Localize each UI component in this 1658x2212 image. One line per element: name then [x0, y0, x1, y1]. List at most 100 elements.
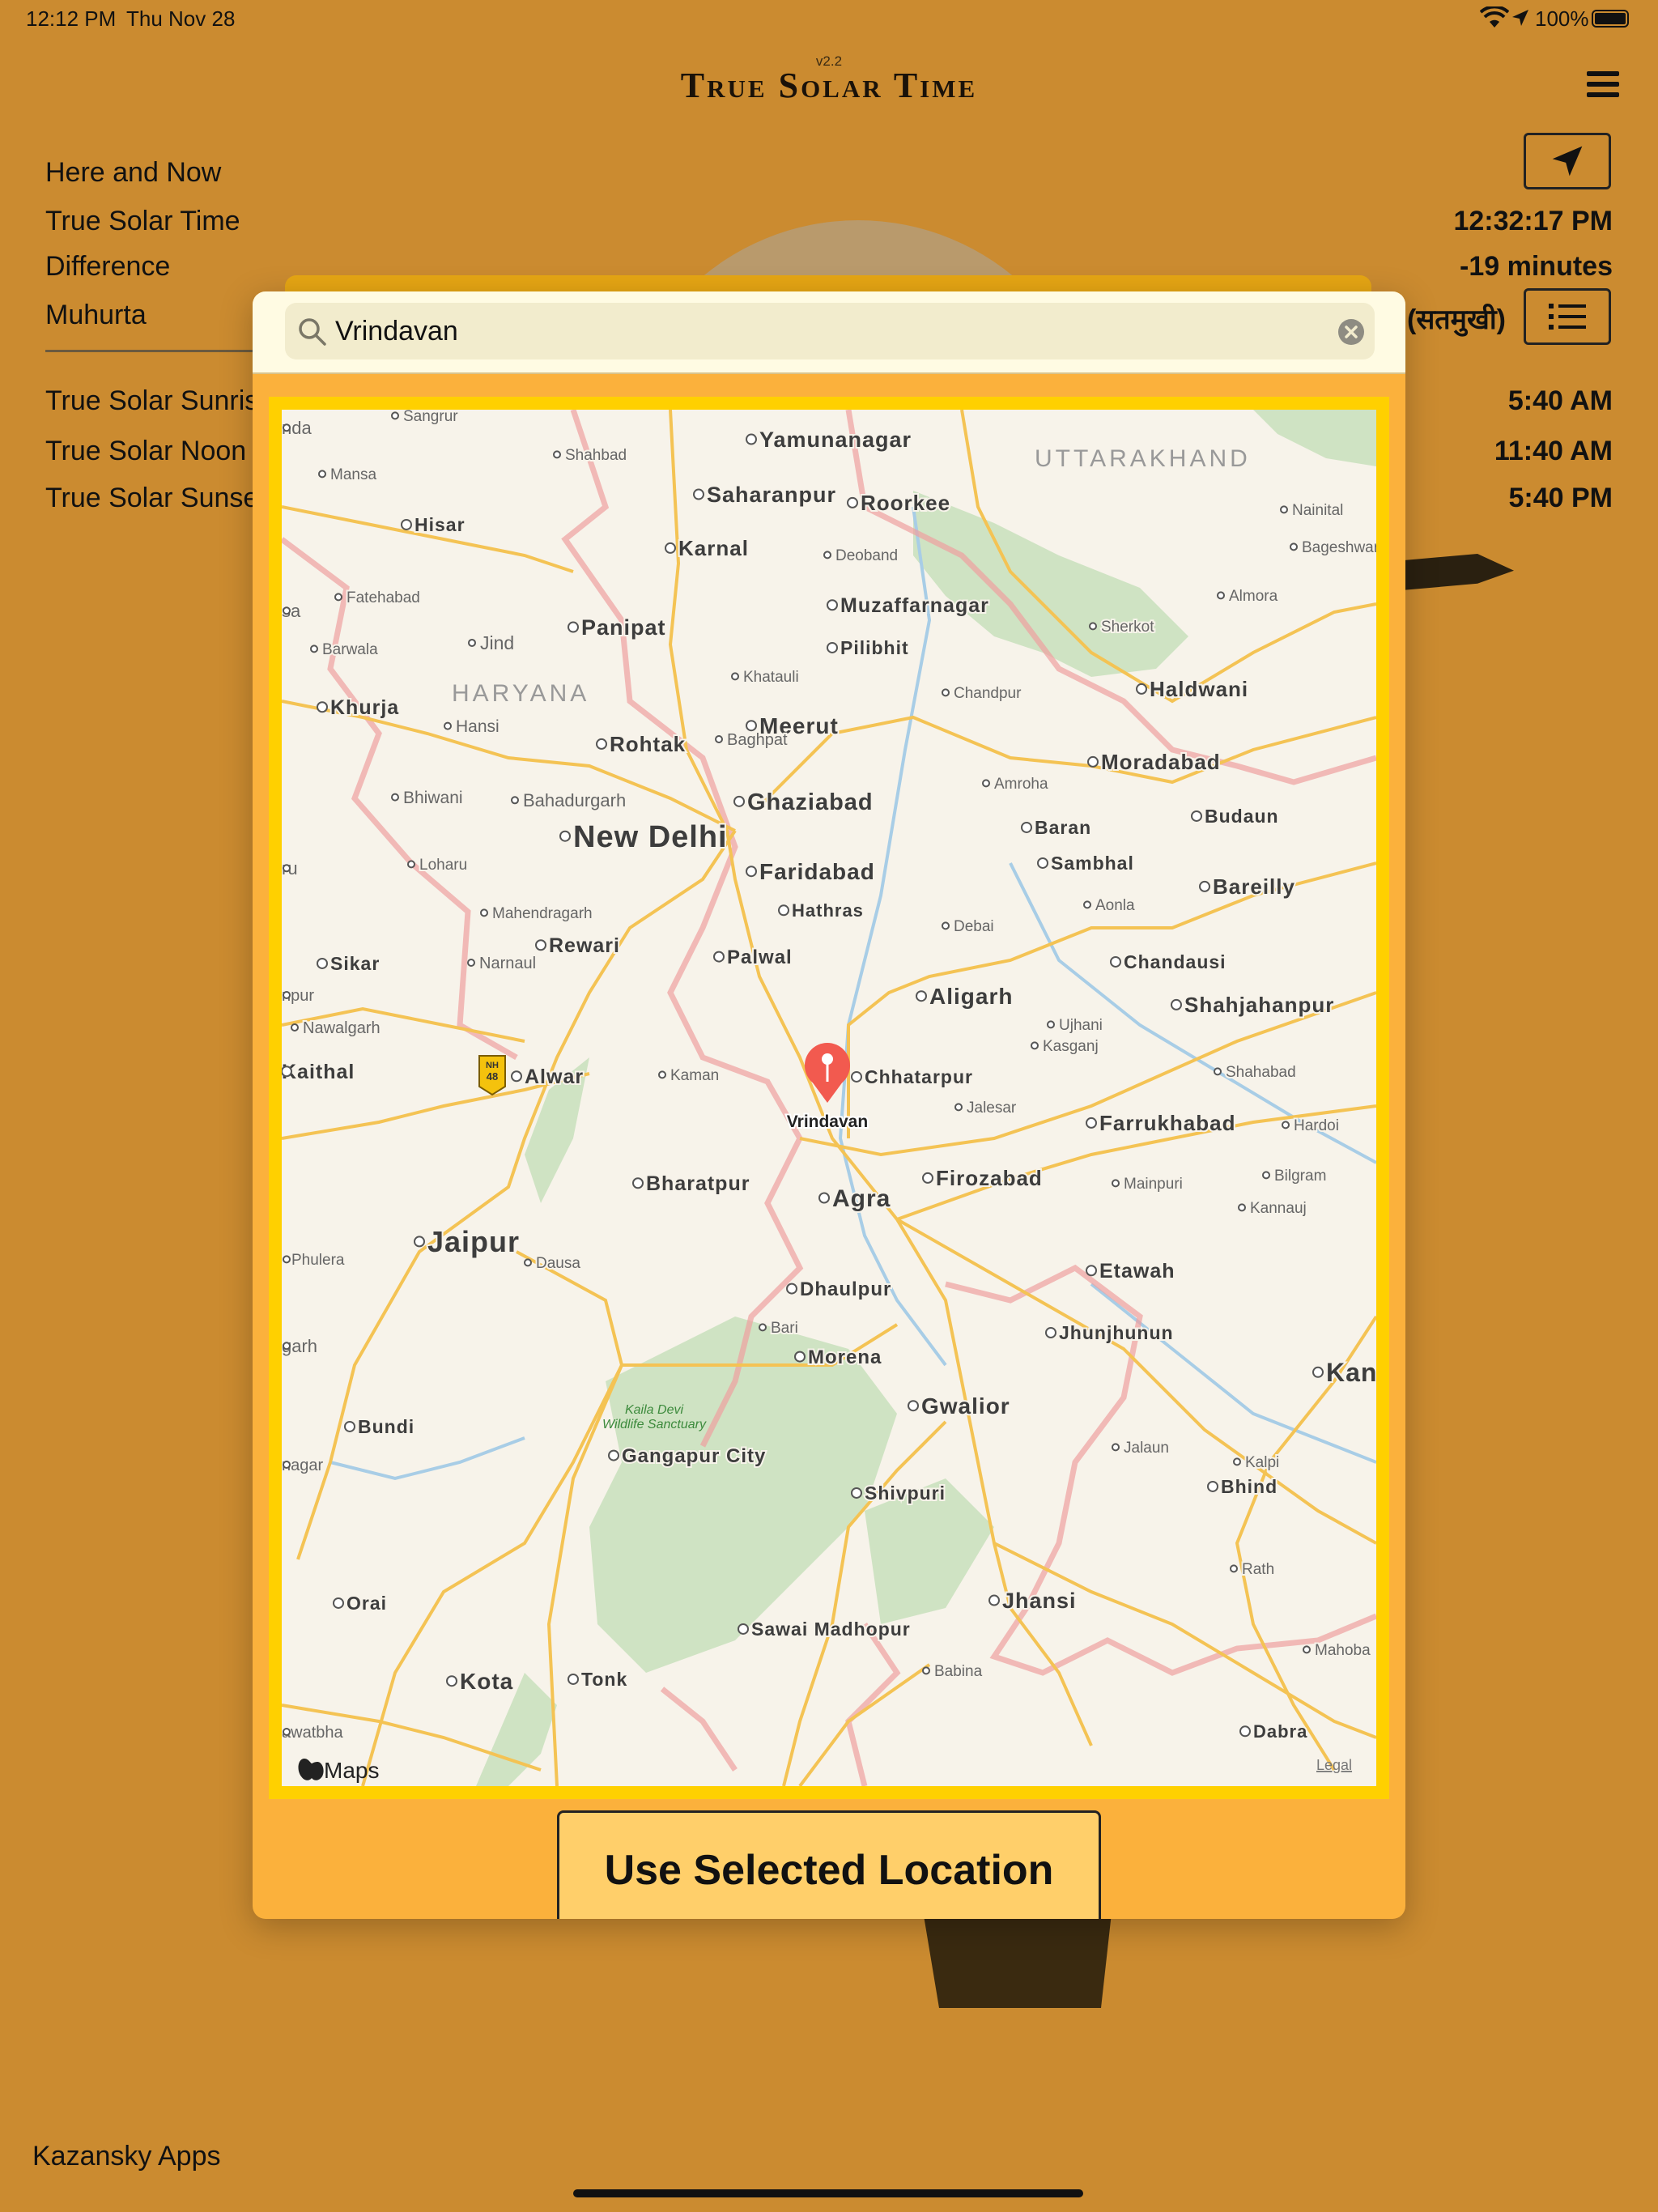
true-solar-time-value: 12:32:17 PM [1453, 206, 1613, 236]
city-dot [1110, 955, 1121, 968]
city-label: Rohtak [610, 732, 686, 756]
city-dot [524, 1258, 532, 1267]
sunrise-label: True Solar Sunris [45, 385, 259, 416]
city-label: Hathras [792, 900, 864, 921]
city-label: Jhunjhunun [1059, 1322, 1174, 1343]
town-label: Bari [771, 1320, 798, 1337]
list-icon [1549, 304, 1586, 330]
city-dot [334, 593, 342, 602]
muhurta-list-button[interactable] [1524, 288, 1611, 345]
city-dot [988, 1594, 1000, 1606]
city-dot [818, 1192, 830, 1204]
city-label: Jhansi [1002, 1589, 1077, 1613]
town-label: Nainital [1292, 502, 1343, 519]
city-dot [291, 1023, 299, 1032]
town-label: Debai [954, 918, 994, 935]
region-label: UTTARAKHAND [1035, 445, 1251, 472]
map-terrain [913, 491, 1188, 677]
map-state-border [660, 1687, 738, 1772]
city-label: Firozabad [936, 1166, 1043, 1190]
town-label: Chandpur [954, 685, 1022, 702]
city-dot [1112, 1443, 1120, 1452]
city-dot [1171, 998, 1182, 1010]
city-dot [827, 641, 838, 653]
city-dot [511, 1070, 522, 1083]
city-label: Agra [832, 1185, 891, 1212]
city-label: Chhatarpur [865, 1066, 973, 1087]
city-label: Aligarh [929, 984, 1013, 1009]
city-label: Hisar [414, 514, 466, 535]
city-label: Tonk [581, 1669, 627, 1690]
city-label: Budaun [1205, 806, 1279, 827]
city-label: Sikar [330, 953, 380, 974]
city-dot [1290, 542, 1298, 551]
city-dot [1047, 1020, 1055, 1029]
city-label: Chandausi [1124, 951, 1226, 972]
search-input[interactable]: Vrindavan [335, 303, 458, 359]
city-dot [759, 1323, 767, 1332]
city-dot [283, 606, 291, 615]
town-label: Mahendragarh [492, 905, 593, 922]
hamburger-icon[interactable] [1587, 71, 1619, 97]
city-label: Sambhal [1051, 853, 1134, 874]
town-label: Mainpuri [1124, 1176, 1183, 1193]
selected-pin-label: Vrindavan [787, 1112, 868, 1131]
city-dot [942, 921, 950, 930]
use-selected-location-button[interactable]: Use Selected Location [557, 1810, 1101, 1919]
city-dot [738, 1623, 749, 1635]
town-label: Jalaun [1124, 1440, 1169, 1457]
status-time: 12:12 PM [26, 6, 117, 31]
city-dot [922, 1172, 933, 1184]
city-dot [318, 470, 326, 479]
legal-link[interactable]: Legal [1316, 1757, 1352, 1773]
city-dot [1239, 1725, 1251, 1738]
city-label: Haldwani [1150, 677, 1248, 701]
city-label: Morena [808, 1346, 882, 1368]
town-label: Sangrur [403, 410, 458, 425]
town-label: Bilgram [1274, 1168, 1326, 1185]
city-dot [568, 621, 579, 633]
city-dot [283, 1461, 291, 1469]
city-dot [746, 433, 757, 445]
town-label: Phulera [291, 1252, 345, 1269]
city-dot [310, 644, 318, 653]
city-label: Karnal [678, 536, 749, 560]
town-label: Deoband [835, 547, 898, 564]
city-dot [916, 990, 927, 1002]
search-field-container[interactable]: Vrindavan [285, 303, 1375, 359]
city-dot [908, 1400, 919, 1412]
town-label: Aonla [1095, 897, 1135, 914]
city-dot [1230, 1564, 1238, 1573]
town-label: Hardoi [1294, 1117, 1339, 1134]
locate-button[interactable] [1524, 133, 1611, 189]
city-label: Alwar [525, 1066, 584, 1088]
town-label: Almora [1229, 588, 1278, 605]
city-dot [333, 1597, 344, 1609]
town-label: Sherkot [1101, 619, 1154, 636]
city-dot [823, 551, 831, 559]
maps-attribution-text: Maps [324, 1758, 379, 1783]
sunset-label: True Solar Sunse [45, 483, 259, 513]
town-label: Loharu [419, 857, 467, 874]
city-dot [713, 951, 725, 963]
city-dot [391, 793, 399, 802]
city-dot [715, 735, 723, 743]
map-terrain [1253, 410, 1376, 466]
city-dot [982, 779, 990, 788]
sunrise-value: 5:40 AM [1507, 385, 1613, 416]
city-dot [1087, 755, 1099, 768]
town-label: Kalpi [1245, 1454, 1279, 1471]
city-label: Pilibhit [840, 637, 909, 658]
city-dot [1021, 821, 1032, 833]
city-dot [283, 991, 291, 999]
home-indicator[interactable] [573, 2189, 1083, 2197]
map-canvas[interactable]: NH 48 UTTARAKHAND HARYANA Kaila Devi Wil… [282, 410, 1376, 1786]
city-label: Orai [346, 1593, 387, 1614]
map-view[interactable]: NH 48 UTTARAKHAND HARYANA Kaila Devi Wil… [282, 410, 1376, 1786]
city-dot [317, 701, 328, 713]
sunset-value: 5:40 PM [1508, 483, 1613, 513]
town-label: Barwala [322, 641, 378, 658]
city-dot [480, 908, 488, 917]
city-dot [847, 496, 858, 508]
clear-search-icon[interactable] [1337, 318, 1365, 346]
